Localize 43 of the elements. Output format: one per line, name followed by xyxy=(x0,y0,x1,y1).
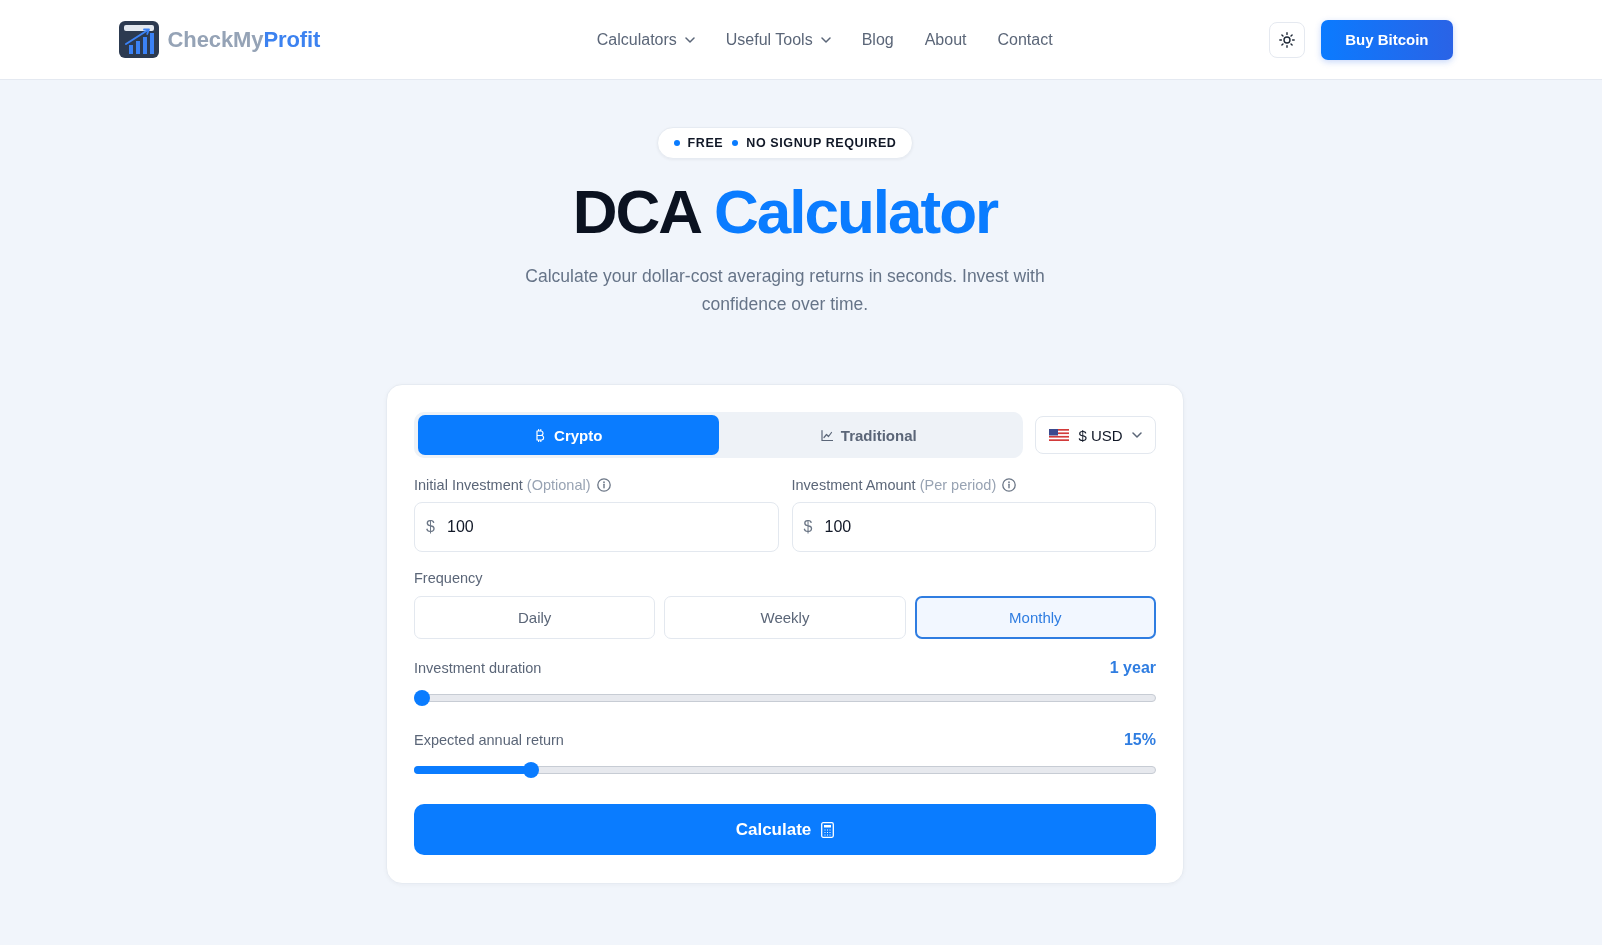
nav-link[interactable]: Calculators xyxy=(596,30,695,49)
asset-tab[interactable]: Traditional xyxy=(718,415,1019,455)
slider-label: Investment duration xyxy=(414,660,542,676)
slider-label: Expected annual return xyxy=(414,732,564,748)
page-subtitle: Calculate your dollar-cost averaging returns in seconds. Invest with confidence over time. xyxy=(524,265,1046,316)
frequency-option[interactable]: Daily xyxy=(414,596,656,639)
currency-symbol: $ xyxy=(803,519,813,535)
currency-symbol: $ xyxy=(426,519,435,535)
slider-thumb[interactable] xyxy=(414,690,430,706)
theme-toggle-button[interactable] xyxy=(1269,21,1306,58)
page-title: DCA Calculator xyxy=(572,176,998,248)
nav-link[interactable]: Blog xyxy=(861,30,894,49)
calculator-icon xyxy=(821,821,835,838)
nav-link[interactable]: Contact xyxy=(997,30,1053,49)
nav-link[interactable]: Useful Tools xyxy=(725,30,831,49)
slider-thumb[interactable] xyxy=(522,762,539,778)
field-label: Initial Investment (Optional) xyxy=(414,477,591,493)
badge-text: NO SIGNUP REQUIRED xyxy=(746,136,897,150)
logo-icon[interactable] xyxy=(118,21,159,58)
calculate-button[interactable]: Calculate xyxy=(414,804,1156,855)
info-icon xyxy=(1002,478,1017,492)
currency-select[interactable]: $ USD xyxy=(1035,416,1156,454)
dot-icon xyxy=(732,140,739,146)
field-label: Investment Amount (Per period) xyxy=(791,477,997,493)
line-chart-icon xyxy=(820,428,833,442)
asset-tab[interactable]: Crypto xyxy=(418,415,719,455)
chevron-down-icon xyxy=(820,36,831,43)
bitcoin-icon xyxy=(534,428,547,442)
dot-icon xyxy=(673,140,680,146)
field-label: Frequency xyxy=(414,570,483,586)
frequency-option[interactable]: Monthly xyxy=(914,596,1156,639)
frequency-option[interactable]: Weekly xyxy=(664,596,906,639)
brand-name[interactable]: CheckMyProfit xyxy=(167,26,321,53)
badge-text: FREE xyxy=(687,136,724,150)
slider-value: 1 year xyxy=(1109,659,1156,677)
slider-value: 15% xyxy=(1123,731,1156,749)
chevron-down-icon xyxy=(1131,432,1142,438)
buy-bitcoin-button[interactable]: Buy Bitcoin xyxy=(1321,19,1453,60)
sun-icon xyxy=(1279,31,1296,48)
chevron-down-icon xyxy=(684,36,695,43)
info-icon xyxy=(596,478,611,492)
flag-icon xyxy=(1049,429,1070,441)
nav-link[interactable]: About xyxy=(924,30,967,49)
